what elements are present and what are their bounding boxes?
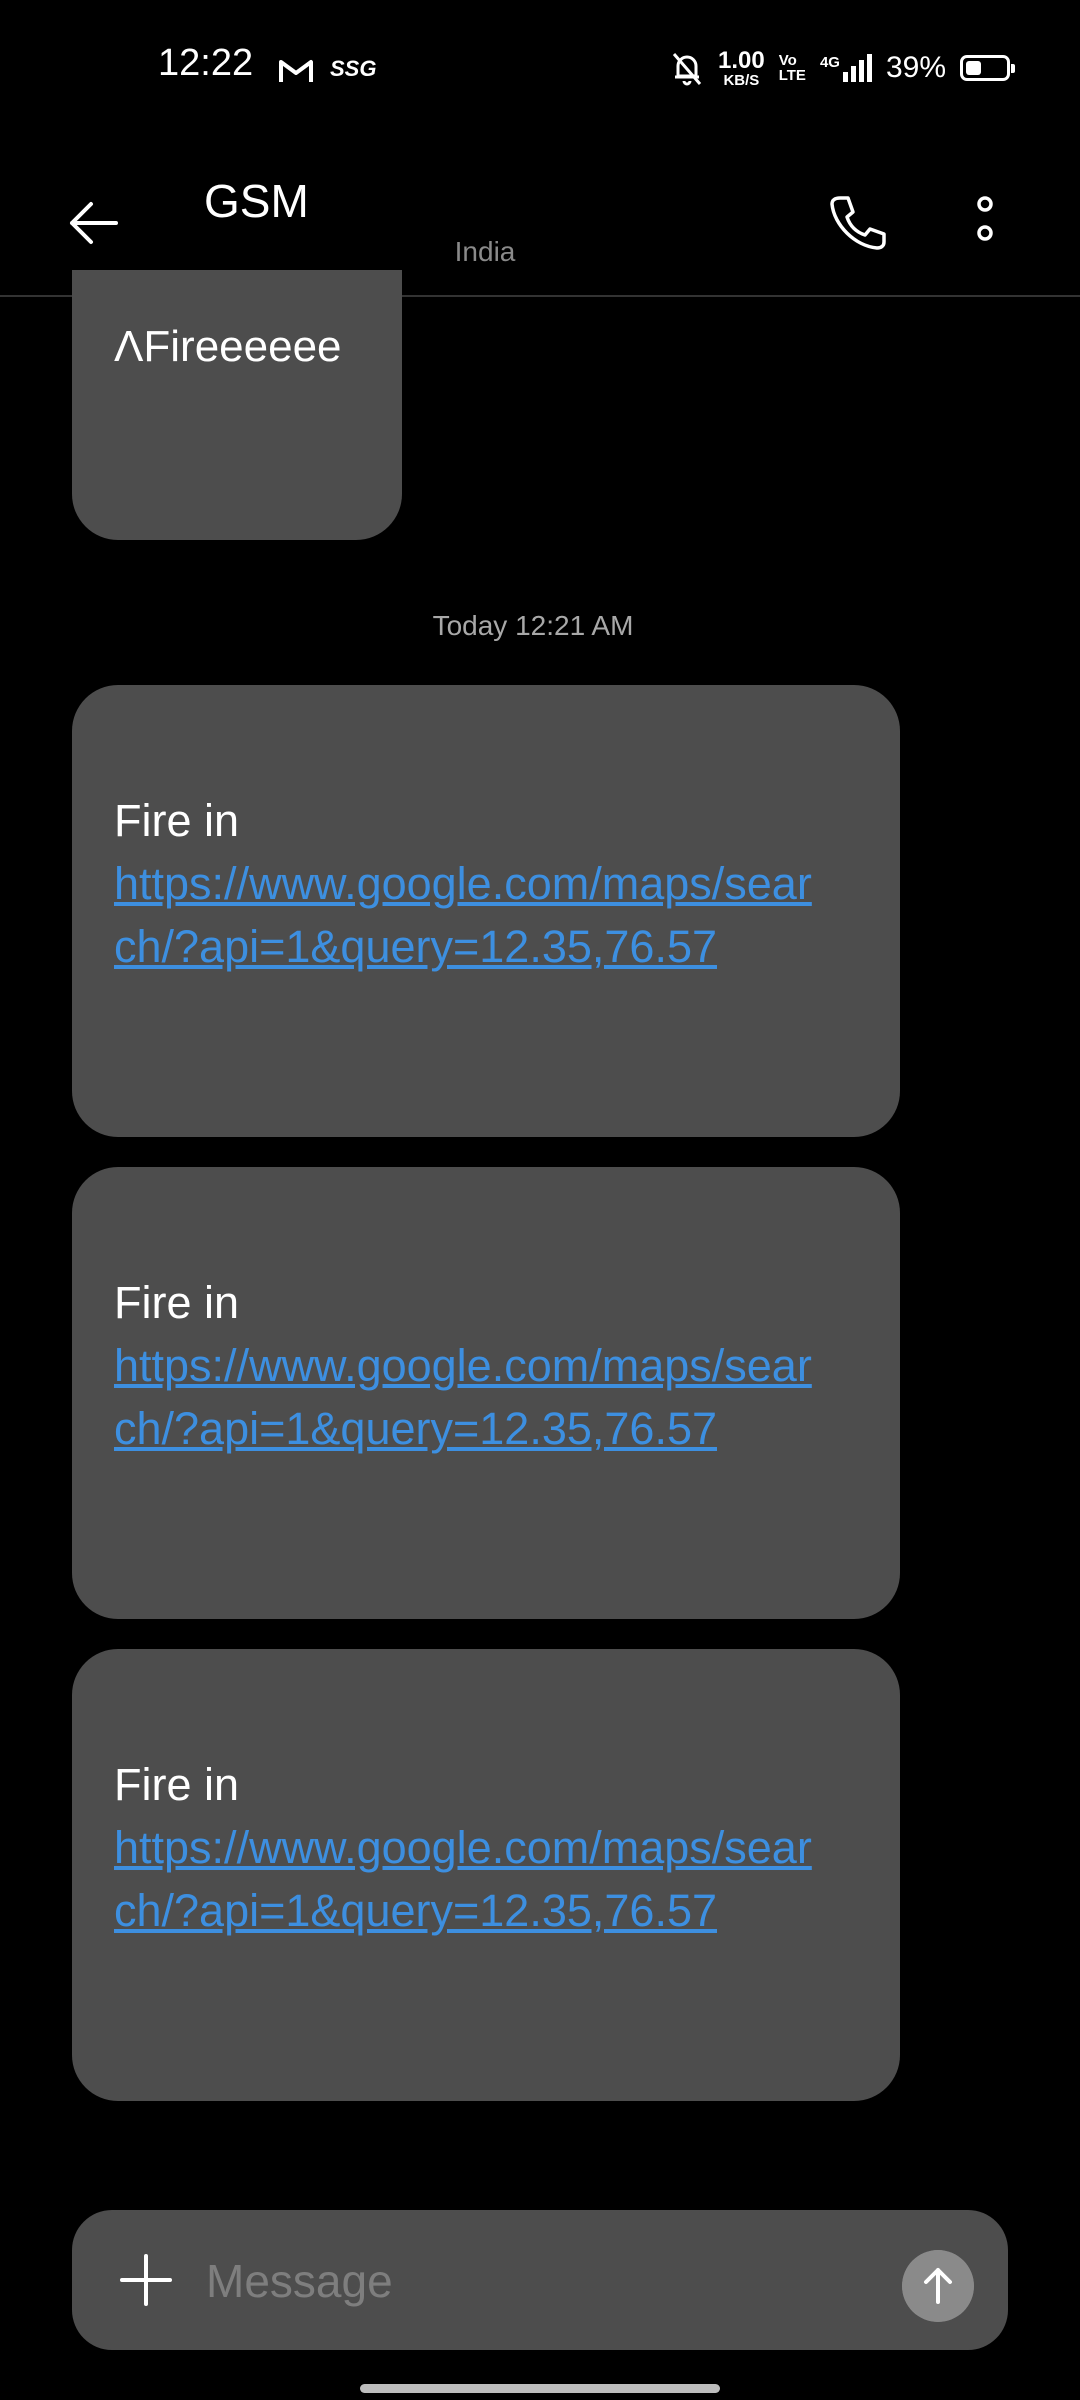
- mute-bell-icon: [672, 53, 702, 86]
- message-text: ΛFireeeeee: [114, 322, 342, 371]
- message-input[interactable]: [204, 2240, 828, 2322]
- battery-percent: 39%: [885, 51, 946, 84]
- contact-name: GSM: [204, 175, 309, 227]
- message-bubble[interactable]: Fire in https://www.google.com/maps/sear…: [72, 1649, 900, 2101]
- plus-icon[interactable]: [116, 2250, 176, 2310]
- message-bubble[interactable]: Fire in https://www.google.com/maps/sear…: [72, 685, 900, 1137]
- network-type: 4G: [819, 54, 840, 71]
- message-bubble-partial[interactable]: ΛFireeeeee: [72, 270, 402, 540]
- signal-icon: 4G: [820, 54, 872, 82]
- status-bar: 12:22 SSG 1.00 KB/S Vo LTE 4G 39%: [0, 0, 1080, 130]
- network-speed-value: 1.00: [718, 46, 765, 74]
- status-time: 12:22: [158, 42, 254, 84]
- message-body: Fire in https://www.google.com/maps/sear…: [114, 1753, 834, 1942]
- message-link[interactable]: https://www.google.com/maps/search/?api=…: [114, 1816, 834, 1942]
- battery-icon: [960, 55, 1015, 81]
- battery-fill: [966, 61, 981, 75]
- message-text: Fire in: [114, 1277, 240, 1328]
- volte-top: Vo: [778, 52, 797, 69]
- message-bubble[interactable]: Fire in https://www.google.com/maps/sear…: [72, 1167, 900, 1619]
- message-text: Fire in: [114, 795, 240, 846]
- status-icons: 1.00 KB/S Vo LTE 4G 39%: [670, 44, 1015, 92]
- volte-indicator: Vo LTE: [779, 53, 806, 83]
- phone-icon[interactable]: [822, 188, 892, 258]
- message-body: Fire in https://www.google.com/maps/sear…: [114, 789, 834, 978]
- network-speed-unit: KB/S: [723, 71, 760, 89]
- send-arrow-icon[interactable]: [902, 2250, 974, 2322]
- message-link[interactable]: https://www.google.com/maps/search/?api=…: [114, 852, 834, 978]
- network-speed: 1.00 KB/S: [718, 46, 765, 89]
- message-text: Fire in: [114, 1759, 240, 1810]
- message-link[interactable]: https://www.google.com/maps/search/?api=…: [114, 1334, 834, 1460]
- gmail-icon: [279, 60, 313, 82]
- compose-bar: [72, 2210, 1008, 2350]
- more-vertical-icon[interactable]: [960, 188, 1010, 258]
- message-timestamp: Today 12:21 AM: [432, 610, 634, 641]
- home-indicator[interactable]: [360, 2384, 720, 2393]
- message-body: Fire in https://www.google.com/maps/sear…: [114, 1271, 834, 1460]
- sim-label: SSG: [330, 56, 377, 81]
- volte-bottom: LTE: [778, 67, 806, 84]
